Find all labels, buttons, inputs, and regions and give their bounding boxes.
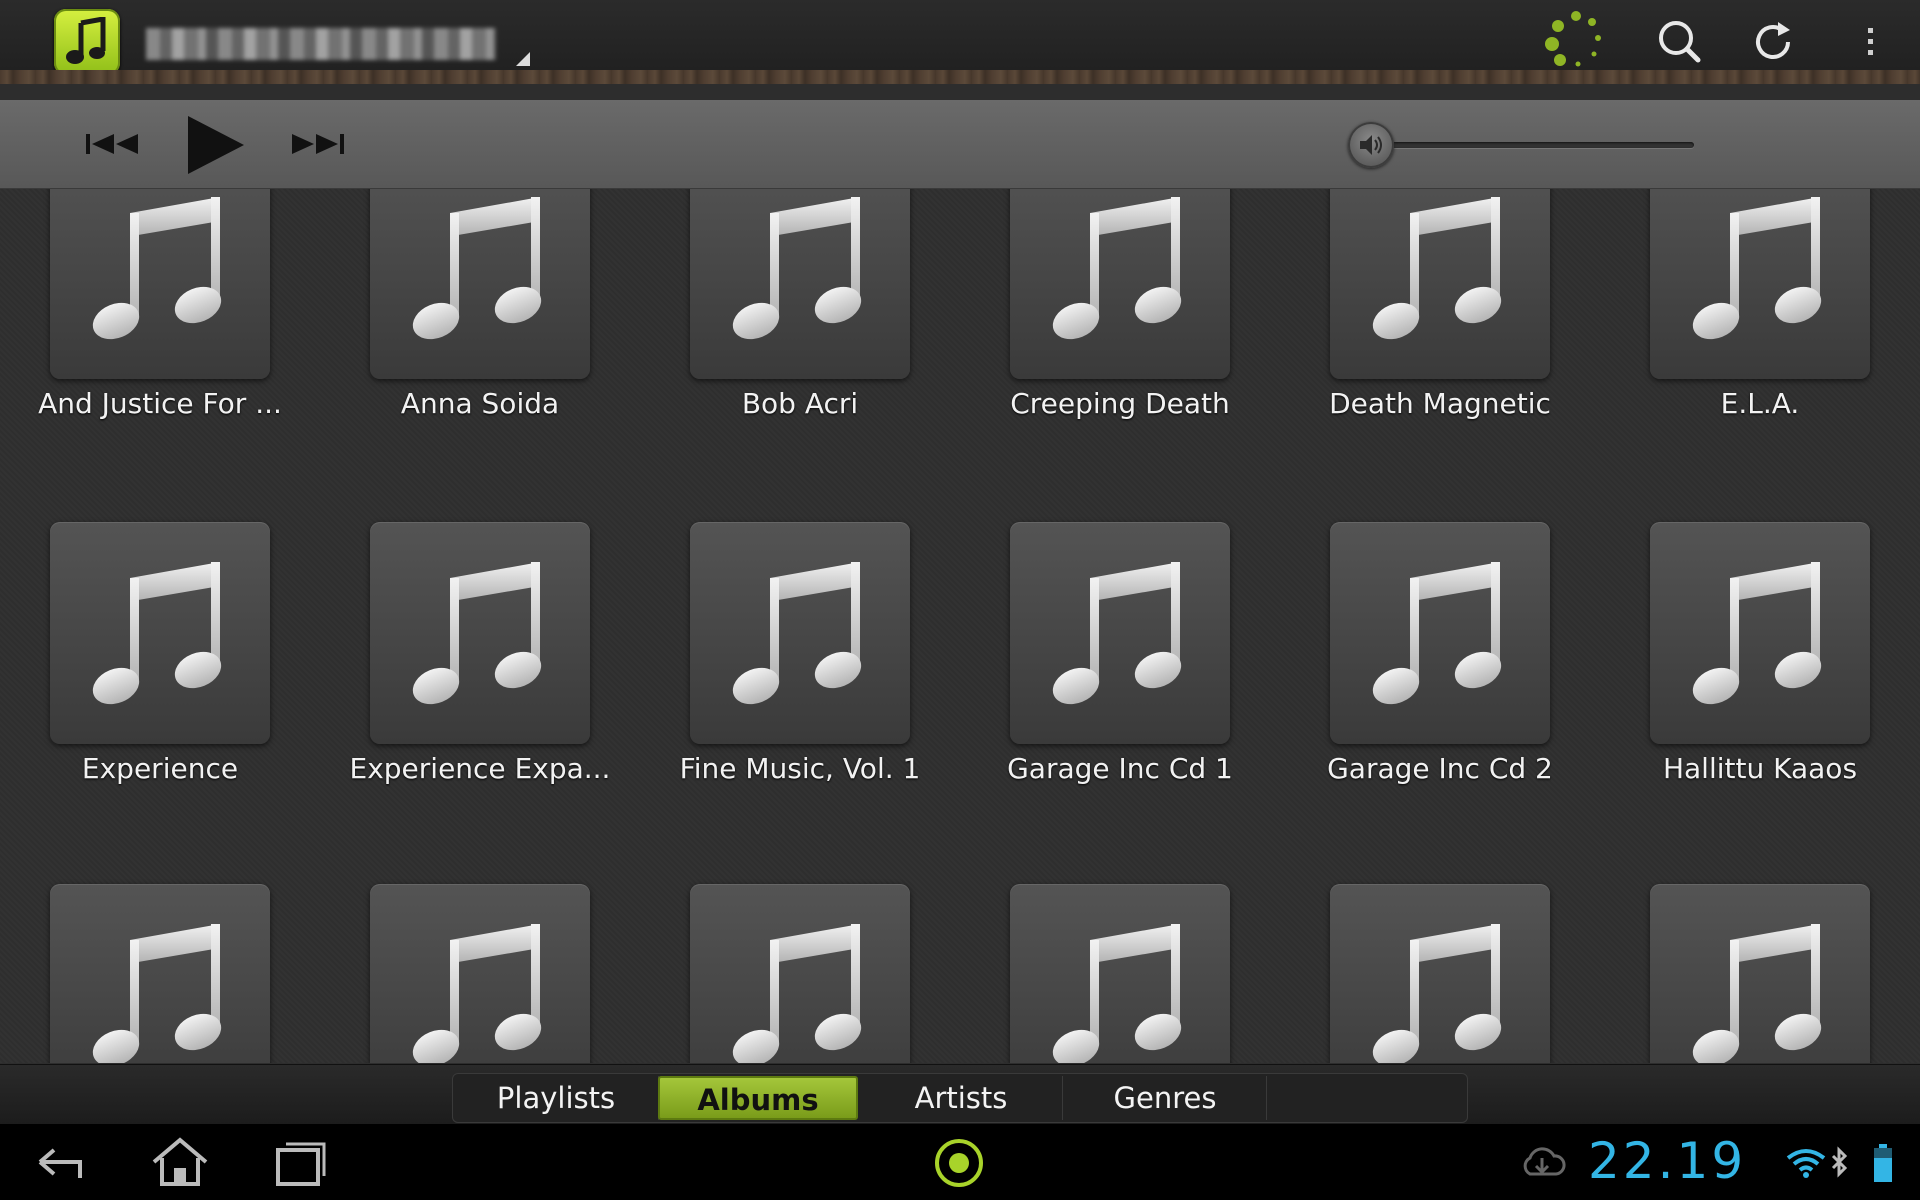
album-cover[interactable] [690,522,910,744]
album-title: Death Magnetic [1329,387,1551,420]
bluetooth-icon [1830,1146,1850,1184]
album-item[interactable]: Hallittu Kaaos [1650,522,1870,822]
album-title: And Justice For ... [38,387,282,420]
album-cover[interactable] [1650,884,1870,1063]
loading-spinner-icon [1540,11,1601,70]
volume-slider[interactable] [1372,142,1694,148]
tab-group: Playlists Albums Artists Genres [452,1073,1468,1123]
album-item[interactable]: E.L.A. [1650,189,1870,457]
tab-bar: Playlists Albums Artists Genres [0,1064,1920,1125]
tab-genres[interactable]: Genres [1064,1076,1267,1120]
album-item[interactable] [1330,884,1550,1063]
play-icon[interactable] [182,112,248,182]
album-item[interactable]: Creeping Death [1010,189,1230,457]
back-icon[interactable] [30,1134,90,1194]
album-title: Hallittu Kaaos [1662,752,1858,785]
album-cover[interactable] [370,189,590,379]
album-item[interactable]: Bob Acri [690,189,910,457]
next-track-icon[interactable] [288,126,348,166]
album-cover[interactable] [370,522,590,744]
album-title: E.L.A. [1720,387,1800,420]
album-item[interactable] [690,884,910,1063]
album-cover[interactable] [690,884,910,1063]
battery-icon [1872,1144,1894,1188]
album-cover[interactable] [50,522,270,744]
album-title: Creeping Death [1010,387,1230,420]
center-ring-icon[interactable] [932,1136,986,1194]
volume-icon[interactable] [1348,122,1394,168]
album-cover[interactable] [50,189,270,379]
search-icon[interactable] [1652,14,1708,70]
previous-track-icon[interactable] [84,126,144,166]
album-title: Garage Inc Cd 1 [1007,752,1233,785]
album-item[interactable]: Garage Inc Cd 1 [1007,522,1233,822]
album-item[interactable]: And Justice For ... [38,189,282,457]
app-logo-icon[interactable] [54,9,120,75]
player-controls-bar [0,100,1920,189]
wood-divider [0,70,1920,84]
home-icon[interactable] [148,1134,212,1194]
tab-playlists[interactable]: Playlists [454,1076,659,1120]
dropdown-caret-icon [516,52,530,66]
tab-artists[interactable]: Artists [860,1076,1063,1120]
recent-apps-icon[interactable] [270,1134,330,1194]
system-navigation-bar: 22.19 [0,1124,1920,1200]
album-title: Fine Music, Vol. 1 [679,752,921,785]
album-item[interactable]: Fine Music, Vol. 1 [680,522,920,822]
cloud-download-icon [1518,1144,1566,1184]
album-item[interactable]: Death Magnetic [1329,189,1551,457]
album-item[interactable] [1650,884,1870,1063]
album-cover[interactable] [1330,522,1550,744]
album-cover[interactable] [1330,189,1550,379]
refresh-icon[interactable] [1746,14,1802,70]
tab-albums[interactable]: Albums [658,1076,858,1120]
album-cover[interactable] [1650,189,1870,379]
album-item[interactable]: Experience [50,522,270,822]
album-item[interactable]: Garage Inc Cd 2 [1327,522,1553,822]
album-cover[interactable] [690,189,910,379]
album-title: Experience Expa... [349,752,611,785]
album-cover[interactable] [1010,189,1230,379]
album-item[interactable] [1010,884,1230,1063]
library-selector[interactable] [146,24,536,66]
album-title: Garage Inc Cd 2 [1327,752,1553,785]
album-cover[interactable] [1650,522,1870,744]
album-cover[interactable] [370,884,590,1063]
album-title: Experience [81,752,239,785]
overflow-menu-icon[interactable] [1842,14,1898,70]
album-item[interactable] [50,884,270,1063]
album-item[interactable]: Experience Expa... [350,522,610,822]
album-title: Anna Soida [400,387,560,420]
album-item[interactable]: Anna Soida [370,189,590,457]
clock: 22.19 [1588,1132,1747,1190]
album-item[interactable] [370,884,590,1063]
album-cover[interactable] [1010,522,1230,744]
action-bar [0,0,1920,84]
album-cover[interactable] [50,884,270,1063]
album-grid[interactable]: And Justice For ... Anna Soida Bob Acri Cre… [0,189,1920,1063]
album-cover[interactable] [1010,884,1230,1063]
wifi-icon [1786,1148,1826,1182]
album-title: Bob Acri [741,387,859,420]
album-cover[interactable] [1330,884,1550,1063]
obscured-title [146,28,496,60]
